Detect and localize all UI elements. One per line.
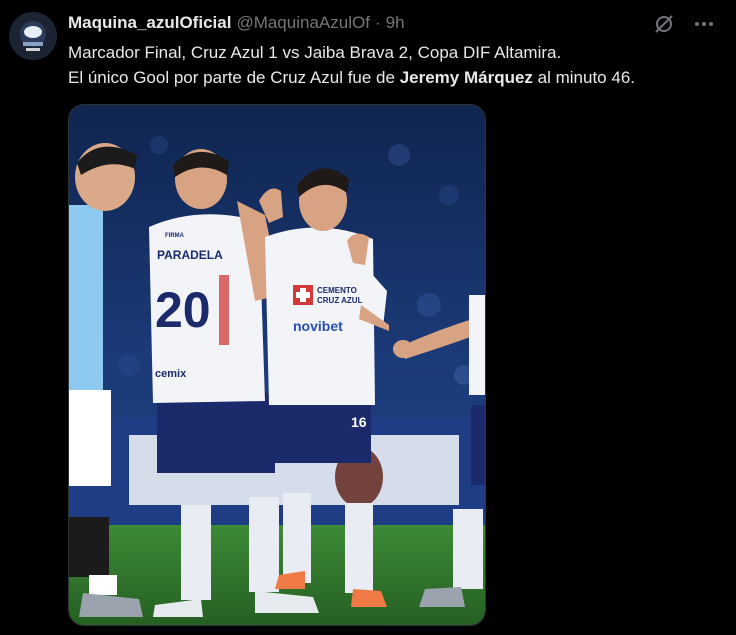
player-number-label: 20 (155, 282, 211, 338)
tweet: Maquina_azulOficial @MaquinaAzulOf · 9h … (0, 0, 736, 635)
tweet-actions (652, 12, 716, 36)
tweet-text-suffix: al minuto 46. (532, 68, 635, 87)
grok-icon[interactable] (652, 12, 676, 36)
crest-text-1: CEMENTO (317, 286, 357, 295)
photo-illustration: PARADELA 20 cemix CEMENTO CRUZ AZUL novi… (69, 105, 485, 625)
shorts-sponsor-label: cemix (155, 368, 187, 380)
mentioned-player: Jeremy Márquez (399, 68, 533, 87)
tweet-text-prefix: El único Gool por parte de Cruz Azul fue… (68, 68, 400, 87)
user-handle[interactable]: @MaquinaAzulOf (236, 13, 370, 33)
more-icon[interactable] (692, 12, 716, 36)
avatar[interactable] (9, 12, 57, 60)
tweet-header: Maquina_azulOficial @MaquinaAzulOf · 9h (68, 13, 405, 35)
tweet-text-line-1: Marcador Final, Cruz Azul 1 vs Jaiba Bra… (68, 43, 562, 62)
player-name-label: PARADELA (157, 248, 223, 262)
separator: · (374, 13, 381, 32)
tweet-text: Marcador Final, Cruz Azul 1 vs Jaiba Bra… (68, 40, 718, 90)
tweet-photo[interactable]: PARADELA 20 cemix CEMENTO CRUZ AZUL novi… (68, 104, 486, 626)
shorts-number-label: 16 (351, 414, 367, 430)
sponsor-label: novibet (293, 318, 343, 334)
shirt-brand-label: FIRMA (165, 233, 185, 239)
tweet-text-line-2: El único Gool por parte de Cruz Azul fue… (68, 65, 718, 90)
display-name[interactable]: Maquina_azulOficial (68, 13, 231, 33)
crest-text-2: CRUZ AZUL (317, 296, 363, 305)
timestamp[interactable]: 9h (386, 13, 405, 33)
